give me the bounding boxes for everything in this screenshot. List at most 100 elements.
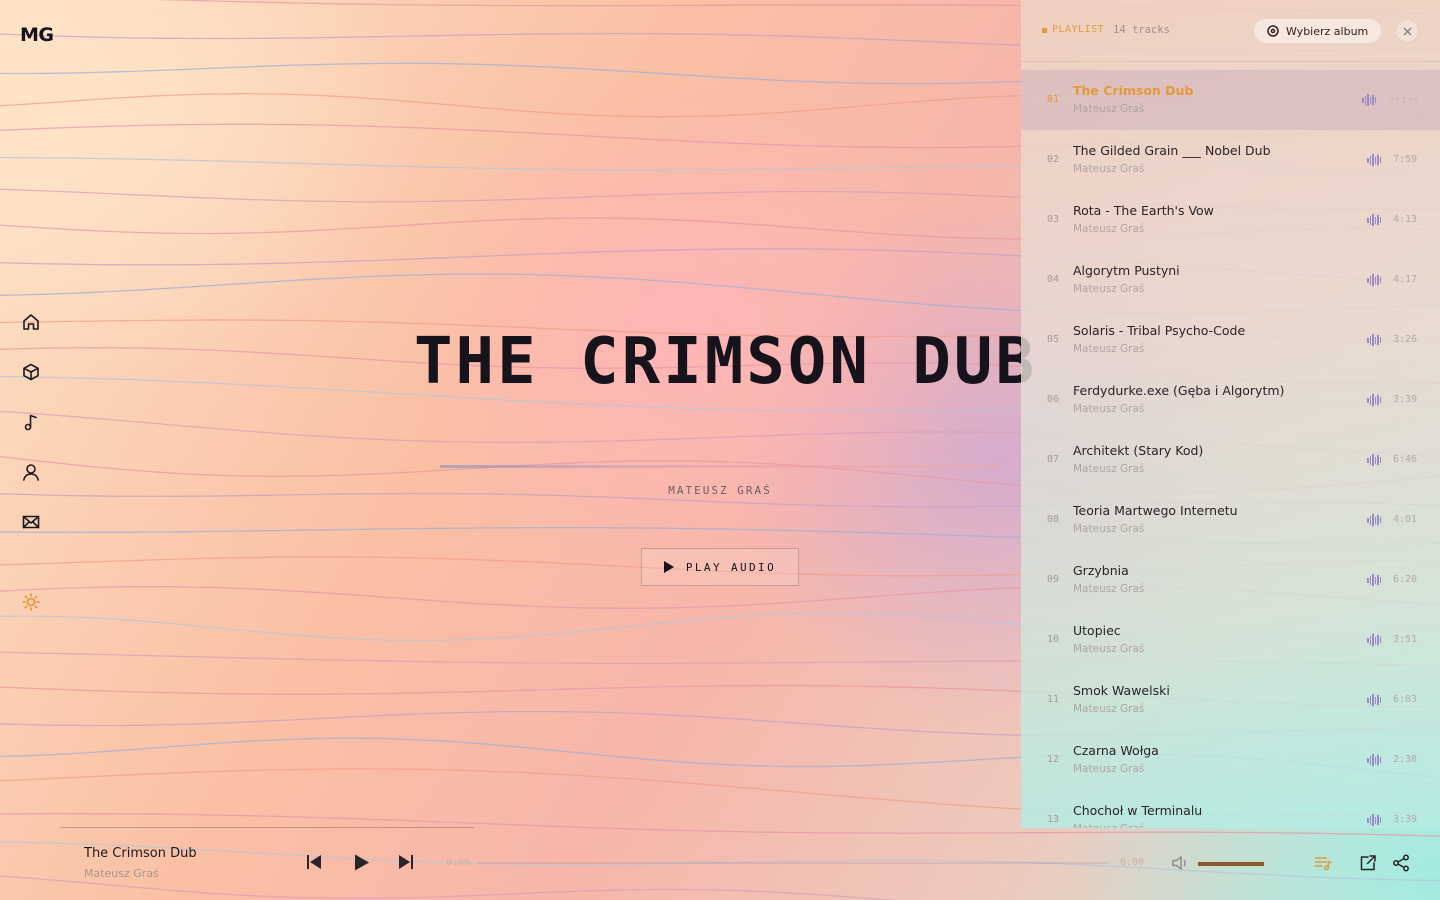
player-top-line — [60, 827, 474, 828]
track-number: 05 — [1047, 334, 1060, 345]
waveform-icon — [1367, 754, 1381, 766]
disc-icon — [1267, 25, 1279, 37]
skip-back-icon — [307, 855, 321, 869]
track-artist: Mateusz Graś — [1073, 523, 1145, 535]
current-time: 0:00 — [446, 857, 471, 868]
track-duration: 4:17 — [1393, 274, 1418, 285]
track-number: 04 — [1047, 274, 1060, 285]
track-duration: 2:38 — [1393, 754, 1418, 765]
track-number: 01 — [1047, 94, 1060, 105]
track-row[interactable]: 09 Grzybnia Mateusz Graś 6:20 — [1021, 550, 1440, 610]
playlist-header: PLAYLIST 14 tracks Wybierz album — [1021, 0, 1440, 62]
cube-icon — [23, 363, 39, 381]
track-title: Ferdydurke.exe (Gęba i Algorytm) — [1073, 383, 1285, 398]
nav-contact[interactable] — [18, 510, 44, 534]
volume-level — [1198, 862, 1264, 866]
track-row[interactable]: 13Chochoł w TerminaluMateusz Graś3:39 — [1021, 790, 1440, 828]
logo[interactable]: MG — [20, 24, 54, 46]
play-audio-button[interactable]: PLAY AUDIO — [641, 548, 799, 586]
share-icon — [1393, 854, 1409, 872]
select-album-button[interactable]: Wybierz album — [1253, 18, 1382, 44]
player-bar: The Crimson Dub Mateusz Graś 0:00 0:00 — [0, 827, 1440, 900]
track-row[interactable]: 08 Teoria Martwego Internetu Mateusz Graś 4… — [1021, 490, 1440, 550]
close-playlist-button[interactable] — [1395, 19, 1419, 43]
track-artist: Mateusz Graś — [1073, 223, 1145, 235]
track-row[interactable]: 05 Solaris - Tribal Psycho-Code Mateusz Gr… — [1021, 310, 1440, 370]
track-row[interactable]: 10 Utopiec Mateusz Graś 3:51 — [1021, 610, 1440, 670]
track-number: 02 — [1047, 154, 1060, 165]
waveform-icon — [1367, 274, 1381, 286]
volume-slider[interactable] — [1198, 862, 1264, 866]
track-row[interactable]: 12 Czarna Wołga Mateusz Graś 2:38 — [1021, 730, 1440, 790]
track-row[interactable]: 06 Ferdydurke.exe (Gęba i Algorytm) Mateus… — [1021, 370, 1440, 430]
waveform-icon — [1367, 154, 1381, 166]
waveform-icon — [1367, 394, 1381, 406]
open-external-button[interactable] — [1359, 854, 1377, 876]
track-duration: 3:39 — [1393, 394, 1418, 405]
playlist-dot-icon — [1042, 28, 1047, 33]
select-album-label: Wybierz album — [1286, 24, 1369, 38]
nav-projects[interactable] — [18, 360, 44, 384]
nav-home[interactable] — [18, 310, 44, 334]
mute-button[interactable] — [1172, 855, 1190, 875]
track-title: The Gilded Grain ___ Nobel Dub — [1073, 143, 1271, 158]
track-title: Smok Wawelski — [1073, 683, 1170, 698]
track-number: 08 — [1047, 514, 1060, 525]
waveform-icon — [1362, 94, 1376, 106]
playlist-toggle-button[interactable] — [1314, 854, 1332, 876]
skip-forward-icon — [399, 855, 413, 869]
track-list: 01 The Crimson Dub Mateusz Graś --:-- 02 The … — [1021, 70, 1440, 828]
waveform-icon — [1367, 514, 1381, 526]
track-title: Utopiec — [1073, 623, 1121, 638]
waveform-icon — [1367, 334, 1381, 346]
track-title: Algorytm Pustyni — [1073, 263, 1180, 278]
track-row[interactable]: 11 Smok Wawelski Mateusz Graś 6:03 — [1021, 670, 1440, 730]
track-duration: --:-- — [1389, 94, 1420, 105]
play-button[interactable] — [352, 853, 370, 871]
track-number: 07 — [1047, 454, 1060, 465]
track-row[interactable]: 01 The Crimson Dub Mateusz Graś --:-- — [1021, 70, 1440, 130]
share-button[interactable] — [1392, 854, 1410, 876]
track-row[interactable]: 04 Algorytm Pustyni Mateusz Graś 4:17 — [1021, 250, 1440, 310]
track-artist: Mateusz Graś — [1073, 403, 1145, 415]
track-title: Grzybnia — [1073, 563, 1129, 578]
playlist-icon — [1314, 857, 1332, 871]
now-playing-title: The Crimson Dub — [84, 846, 197, 861]
nav-about[interactable] — [18, 460, 44, 484]
play-audio-label: PLAY AUDIO — [685, 560, 777, 574]
playlist-count: 14 tracks — [1113, 24, 1170, 36]
play-icon — [663, 561, 674, 573]
previous-button[interactable] — [306, 853, 322, 871]
waveform-icon — [1367, 574, 1381, 586]
track-duration: 6:46 — [1393, 454, 1418, 465]
track-row[interactable]: 02 The Gilded Grain ___ Nobel Dub Mateusz … — [1021, 130, 1440, 190]
external-link-icon — [1360, 855, 1376, 871]
track-number: 11 — [1047, 694, 1060, 705]
track-title: The Crimson Dub — [1073, 83, 1194, 98]
hero-divider — [440, 465, 1000, 468]
track-artist: Mateusz Graś — [1073, 463, 1145, 475]
track-duration: 3:26 — [1393, 334, 1418, 345]
waveform-icon — [1367, 694, 1381, 706]
theme-toggle[interactable] — [18, 590, 44, 614]
total-time: 0:00 — [1120, 857, 1145, 868]
mail-icon — [22, 515, 40, 529]
track-title: Architekt (Stary Kod) — [1073, 443, 1204, 458]
track-duration: 3:51 — [1393, 634, 1418, 645]
close-icon — [1403, 27, 1411, 35]
volume-icon — [1172, 855, 1186, 871]
now-playing-artist: Mateusz Graś — [84, 867, 159, 880]
track-number: 10 — [1047, 634, 1060, 645]
track-duration: 6:03 — [1393, 694, 1418, 705]
track-row[interactable]: 07 Architekt (Stary Kod) Mateusz Graś 6:46 — [1021, 430, 1440, 490]
track-number: 03 — [1047, 214, 1060, 225]
user-icon — [23, 464, 39, 481]
track-row[interactable]: 03 Rota - The Earth's Vow Mateusz Graś 4:13 — [1021, 190, 1440, 250]
seek-bar[interactable] — [478, 862, 1108, 864]
nav-music[interactable] — [18, 410, 44, 434]
waveform-icon — [1367, 634, 1381, 646]
track-title: Rota - The Earth's Vow — [1073, 203, 1214, 218]
next-button[interactable] — [398, 853, 414, 871]
track-artist: Mateusz Graś — [1073, 103, 1145, 115]
track-artist: Mateusz Graś — [1073, 163, 1145, 175]
